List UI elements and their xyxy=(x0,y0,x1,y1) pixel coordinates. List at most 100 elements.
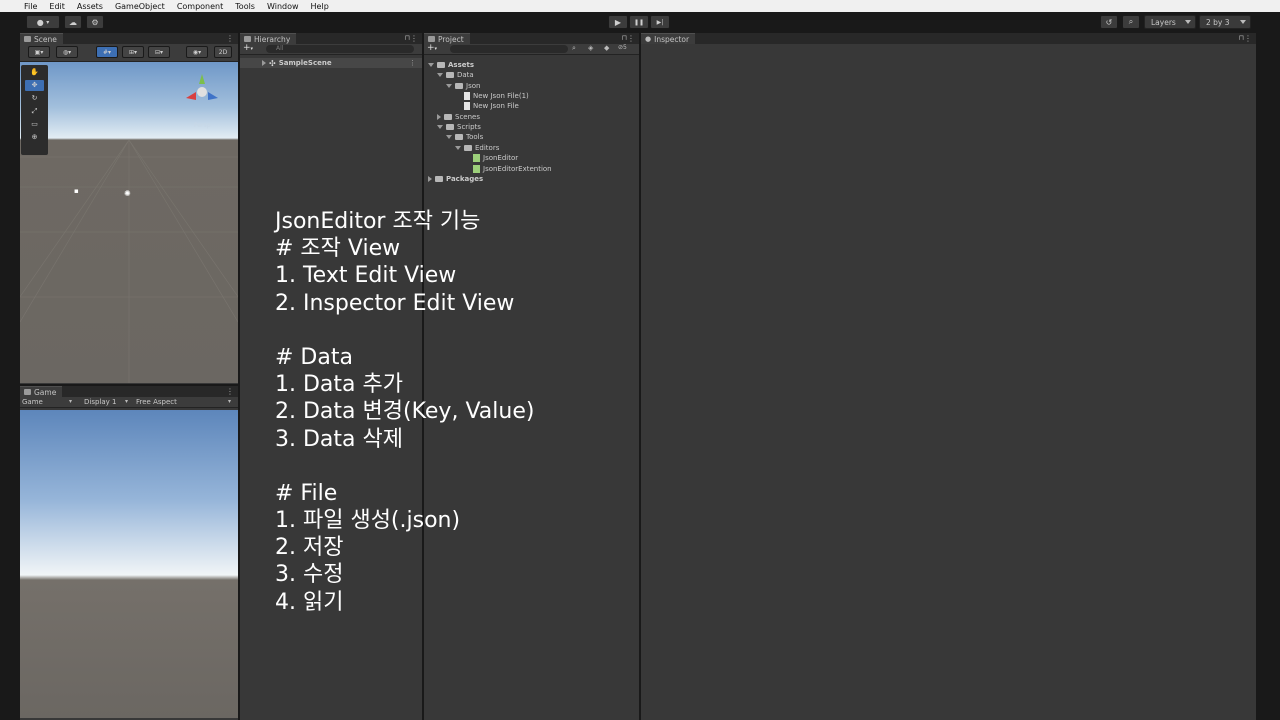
scale-tool-button[interactable]: ⤢ xyxy=(25,106,44,117)
kebab-menu-icon[interactable]: ⋮ xyxy=(226,34,234,43)
step-button[interactable]: ▶| xyxy=(650,15,670,29)
move-tool-button[interactable]: ✥ xyxy=(25,80,44,91)
project-search-input[interactable] xyxy=(450,45,568,53)
foldout-icon[interactable] xyxy=(437,73,443,78)
project-tree-item[interactable]: JsonEditorExtention xyxy=(464,164,552,174)
project-tree-item[interactable]: Editors xyxy=(455,143,499,153)
tab-scene[interactable]: Scene xyxy=(20,33,63,44)
overlay-line xyxy=(275,453,534,480)
project-tree-item[interactable]: Data xyxy=(437,70,474,80)
play-icon: ▶ xyxy=(614,17,622,27)
light-icon[interactable]: ✺ xyxy=(124,189,131,198)
hierarchy-scene-row[interactable]: ✣ SampleScene ⋮ xyxy=(240,58,422,68)
rotate-icon: ↻ xyxy=(31,94,38,102)
label-filter-icon[interactable]: ◆ xyxy=(604,44,609,52)
kebab-menu-icon[interactable]: ⋮ xyxy=(627,34,635,43)
menu-assets[interactable]: Assets xyxy=(77,2,103,11)
layers-dropdown[interactable]: Layers xyxy=(1144,15,1196,29)
pause-button[interactable]: ❚❚ xyxy=(629,15,649,29)
project-tree-item[interactable]: Scripts xyxy=(437,122,481,132)
game-mode-dropdown[interactable]: Game xyxy=(22,398,43,406)
kebab-menu-icon[interactable]: ⋮ xyxy=(409,59,416,67)
display-dropdown[interactable]: Display 1 xyxy=(84,398,116,406)
kebab-menu-icon[interactable]: ⋮ xyxy=(410,34,418,43)
shading-mode-button[interactable]: ▣▾ xyxy=(28,46,50,58)
project-tree-item[interactable]: Tools xyxy=(446,132,483,142)
tab-inspector[interactable]: ● Inspector xyxy=(641,33,696,44)
menu-help[interactable]: Help xyxy=(311,2,329,11)
step-icon: ▶| xyxy=(656,18,664,26)
draw-mode-button[interactable]: ◍▾ xyxy=(56,46,78,58)
layers-label: Layers xyxy=(1151,17,1176,27)
foldout-icon[interactable] xyxy=(428,63,434,67)
grid-snap-button[interactable]: #▾ xyxy=(96,46,118,58)
foldout-icon[interactable] xyxy=(446,135,452,140)
rect-tool-button[interactable]: ▭ xyxy=(25,119,44,130)
overlay-line: 4. 읽기 xyxy=(275,589,344,615)
kebab-menu-icon[interactable]: ⋮ xyxy=(1244,34,1252,43)
hierarchy-toolbar: +▾ All xyxy=(240,43,422,55)
overlay-line: # File xyxy=(275,480,338,506)
account-button[interactable]: ● ▾ xyxy=(26,15,60,29)
search-button[interactable]: ⌕ xyxy=(1122,15,1140,29)
scene-viewport[interactable]: ▪ ✺ Persp xyxy=(20,62,238,383)
foldout-icon[interactable] xyxy=(455,145,461,150)
add-button[interactable]: +▾ xyxy=(427,43,437,53)
view-options-button[interactable]: ◉▾ xyxy=(186,46,208,58)
project-tree-item[interactable]: JsonEditor xyxy=(464,153,518,163)
kebab-menu-icon[interactable]: ⋮ xyxy=(226,387,234,396)
main-toolbar: ● ▾ ☁ ⚙ ▶ ❚❚ ▶| ↺ ⌕ Layers 2 by 3 xyxy=(0,12,1280,32)
add-button[interactable]: +▾ xyxy=(243,43,253,53)
menu-file[interactable]: File xyxy=(24,2,37,11)
game-toolbar: Game ▾ Display 1 ▾ Free Aspect ▾ xyxy=(20,397,238,408)
history-button[interactable]: ↺ xyxy=(1100,15,1118,29)
type-filter-icon[interactable]: ◈ xyxy=(588,44,593,52)
game-tabbar: Game ⋮ xyxy=(20,386,238,397)
layout-dropdown[interactable]: 2 by 3 xyxy=(1199,15,1251,29)
overlay-line: 1. 파일 생성(.json) xyxy=(275,508,461,534)
menu-window[interactable]: Window xyxy=(267,2,299,11)
menu-component[interactable]: Component xyxy=(177,2,223,11)
hierarchy-search-input[interactable]: All xyxy=(266,45,414,53)
project-tree-item[interactable]: New Json File xyxy=(455,101,519,111)
align-button[interactable]: ⊟▾ xyxy=(148,46,170,58)
tab-game[interactable]: Game xyxy=(20,386,63,397)
increment-snap-button[interactable]: ⊞▾ xyxy=(122,46,144,58)
project-tree-item[interactable]: Packages xyxy=(428,174,483,184)
info-icon: ● xyxy=(645,35,652,43)
project-tree-item[interactable]: Scenes xyxy=(437,112,480,122)
hidden-packages-icon[interactable]: ⊘5 xyxy=(618,44,627,51)
collab-button[interactable]: ⚙ xyxy=(86,15,104,29)
layout-label: 2 by 3 xyxy=(1206,17,1230,27)
overlay-line: 2. 저장 xyxy=(275,535,344,561)
foldout-icon[interactable] xyxy=(428,175,432,182)
transform-tool-button[interactable]: ⊕ xyxy=(25,132,44,143)
project-tree-item[interactable]: Assets xyxy=(428,60,474,70)
project-tree-item[interactable]: New Json File(1) xyxy=(455,91,529,101)
camera-icon[interactable]: ▪ xyxy=(74,187,79,195)
aspect-dropdown[interactable]: Free Aspect xyxy=(136,398,177,406)
hierarchy-tab-label: Hierarchy xyxy=(254,34,291,44)
overlay-line: 3. Data 삭제 xyxy=(275,426,403,452)
cloud-icon: ☁ xyxy=(69,17,77,27)
play-button[interactable]: ▶ xyxy=(608,15,628,29)
menu-edit[interactable]: Edit xyxy=(49,2,65,11)
rotate-tool-button[interactable]: ↻ xyxy=(25,93,44,104)
search-filter-icon[interactable]: ⌕ xyxy=(572,44,576,53)
hand-tool-button[interactable]: ✋ xyxy=(25,67,44,78)
project-tabbar: Project ⊓ ⋮ xyxy=(424,33,639,44)
menu-tools[interactable]: Tools xyxy=(235,2,255,11)
overlay-line: 1. Text Edit View xyxy=(275,263,457,289)
cloud-button[interactable]: ☁ xyxy=(64,15,82,29)
overlay-line: # 조작 View xyxy=(275,236,401,262)
folder-icon xyxy=(455,134,463,141)
unity-scene-icon: ✣ xyxy=(269,58,276,68)
foldout-icon[interactable] xyxy=(446,83,452,88)
menu-gameobject[interactable]: GameObject xyxy=(115,2,165,11)
project-tree-item[interactable]: Json xyxy=(446,81,480,91)
foldout-icon[interactable] xyxy=(437,113,441,120)
game-viewport[interactable] xyxy=(20,410,238,718)
2d-toggle-button[interactable]: 2D xyxy=(214,46,232,58)
foldout-icon[interactable] xyxy=(437,125,443,130)
orientation-gizmo[interactable] xyxy=(182,70,222,110)
